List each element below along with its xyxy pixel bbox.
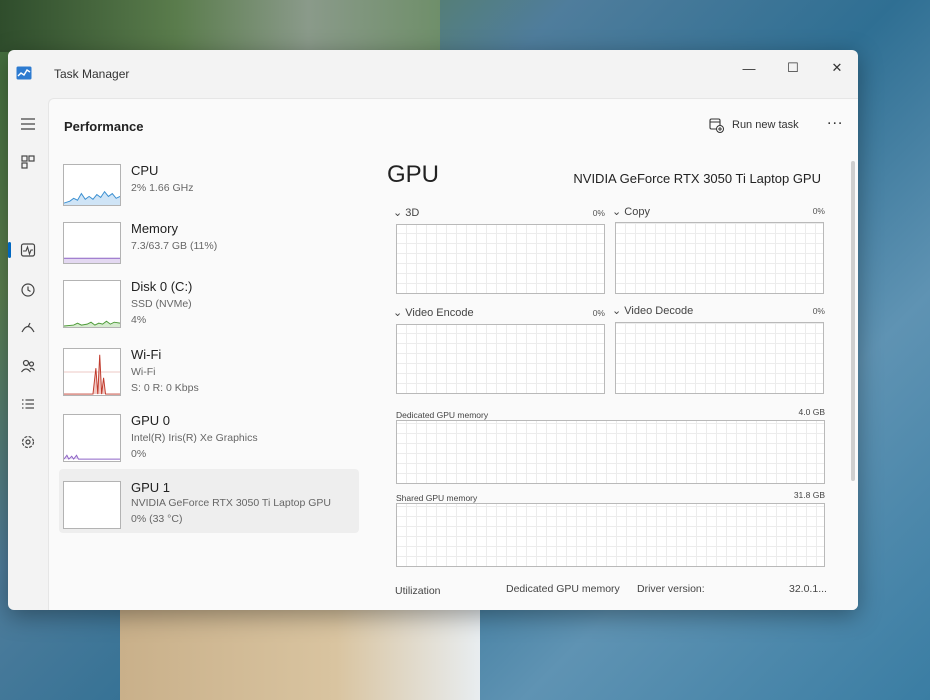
wallpaper-beach [120,600,480,700]
device-item-wifi[interactable]: Wi-Fi Wi-Fi S: 0 R: 0 Kbps [59,329,359,396]
disk-thumbnail-graph [63,280,121,328]
detail-title: GPU [387,161,440,188]
dedicated-memory-graph [396,420,825,484]
maximize-button[interactable]: ☐ [778,56,808,80]
dedicated-memory-max: 4.0 GB [798,407,825,417]
run-new-task-button[interactable]: Run new task [709,113,799,137]
device-name: GPU 1 [131,480,171,495]
engine-graph-3d [396,224,605,294]
scrollbar[interactable] [851,161,855,481]
engine-selector-video-decode[interactable]: ⌄ Video Decode [612,304,693,317]
device-detail: Wi-Fi [131,366,156,378]
engine-label: Video Encode [405,307,474,319]
device-name: Wi-Fi [131,347,162,362]
device-usage: 0% [131,448,147,460]
engine-selector-3d[interactable]: ⌄ 3D [393,206,419,219]
device-throughput: S: 0 R: 0 Kbps [131,382,199,394]
gpu0-thumbnail-graph [63,414,121,462]
device-name: CPU [131,163,159,178]
title-bar[interactable]: Task Manager — ☐ ✕ [8,50,858,98]
device-detail: 2% 1.66 GHz [131,182,194,194]
wallpaper-top [0,0,440,52]
gpu1-thumbnail-graph [63,481,121,529]
engine-graph-video-encode [396,324,605,394]
engine-percent: 0% [812,206,825,216]
shared-memory-max: 31.8 GB [793,490,825,500]
engine-selector-copy[interactable]: ⌄ Copy [612,205,650,218]
details-icon[interactable] [14,390,42,418]
run-new-task-label: Run new task [732,119,799,131]
device-detail: Intel(R) Iris(R) Xe Graphics [131,432,258,444]
app-history-icon[interactable] [14,276,42,304]
engine-percent: 0% [812,306,825,316]
hamburger-icon[interactable] [14,110,42,138]
device-item-cpu[interactable]: CPU 2% 1.66 GHz [59,151,359,217]
gpu-detail-panel: GPU NVIDIA GeForce RTX 3050 Ti Laptop GP… [387,151,827,610]
utilization-label: Utilization [395,585,441,597]
cpu-thumbnail-graph [63,164,121,206]
device-detail: NVIDIA GeForce RTX 3050 Ti Laptop GPU [131,497,331,509]
engine-graph-copy [615,222,824,294]
memory-thumbnail-graph [63,222,121,264]
device-item-gpu0[interactable]: GPU 0 Intel(R) Iris(R) Xe Graphics 0% [59,397,359,463]
driver-version-value: 32.0.1... [789,583,827,595]
startup-apps-icon[interactable] [14,314,42,342]
device-name: Disk 0 (C:) [131,279,193,294]
minimize-button[interactable]: — [734,56,764,80]
shared-memory-graph [396,503,825,567]
device-name: GPU 0 [131,413,171,428]
engine-graph-video-decode [615,322,824,394]
page-title: Performance [64,119,144,134]
window-title: Task Manager [54,67,130,81]
device-item-disk[interactable]: Disk 0 (C:) SSD (NVMe) 4% [59,267,359,333]
task-manager-window: Task Manager — ☐ ✕ Performance Run new t… [8,50,858,610]
engine-percent: 0% [592,308,605,318]
engine-selector-video-encode[interactable]: ⌄ Video Encode [393,306,474,319]
dedicated-memory-stat-label: Dedicated GPU memory [506,583,620,595]
engine-percent: 0% [592,208,605,218]
run-task-icon [709,117,724,133]
wifi-thumbnail-graph [63,348,121,396]
task-manager-icon [16,66,32,80]
processes-icon[interactable] [14,148,42,176]
dedicated-memory-label: Dedicated GPU memory [396,410,489,420]
navigation-rail [8,98,46,610]
driver-version-label: Driver version: [637,583,705,595]
device-detail: 7.3/63.7 GB (11%) [131,240,218,252]
engine-label: 3D [405,207,420,219]
performance-page: Performance Run new task ... CPU 2% 1.66… [48,98,858,610]
gpu-model-name: NVIDIA GeForce RTX 3050 Ti Laptop GPU [573,171,821,186]
device-item-gpu1[interactable]: GPU 1 NVIDIA GeForce RTX 3050 Ti Laptop … [59,469,359,533]
selected-indicator [8,242,11,258]
device-detail: SSD (NVMe) [131,298,192,310]
device-usage: 0% (33 °C) [131,513,183,525]
device-name: Memory [131,221,178,236]
more-options-button[interactable]: ... [827,111,843,129]
close-button[interactable]: ✕ [822,56,852,80]
services-icon[interactable] [14,428,42,456]
shared-memory-label: Shared GPU memory [396,493,478,503]
device-usage: 4% [131,314,147,326]
engine-label: Copy [624,206,650,218]
performance-icon[interactable] [14,236,42,264]
engine-label: Video Decode [624,305,694,317]
users-icon[interactable] [14,352,42,380]
device-item-memory[interactable]: Memory 7.3/63.7 GB (11%) [59,209,359,275]
